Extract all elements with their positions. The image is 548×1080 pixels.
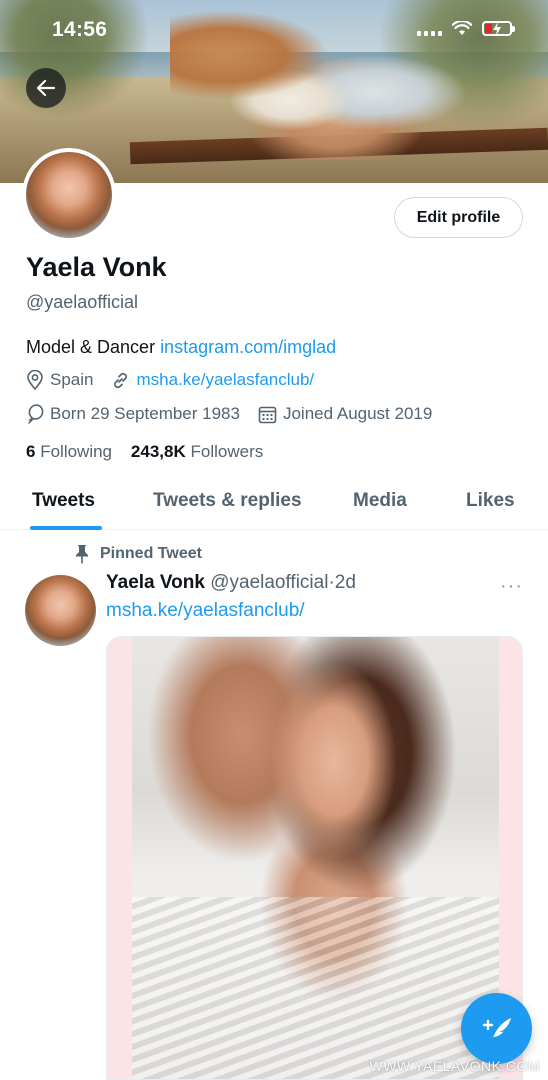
compose-tweet-icon: [482, 1017, 511, 1041]
tweet-time: 2d: [334, 572, 356, 593]
following-link[interactable]: 6 Following: [26, 442, 112, 461]
tab-tweets[interactable]: Tweets: [32, 490, 95, 512]
profile-location: Spain: [26, 370, 93, 390]
profile-meta-row-2: Born 29 September 1983 Joined August 201…: [26, 404, 450, 424]
profile-meta-row-1: Spain msha.ke/yaelasfanclub/: [26, 370, 332, 390]
battery-level: [485, 23, 492, 33]
wifi-icon: [452, 20, 472, 35]
battery-charging-icon: [482, 20, 515, 36]
pinned-label: Pinned Tweet: [100, 545, 202, 562]
birthday-text: Born 29 September 1983: [50, 404, 240, 423]
tweet-author-handle: @yaelaofficial: [210, 572, 329, 593]
following-label: Following: [40, 442, 113, 461]
link-icon: [114, 372, 128, 388]
tab-tweets-replies[interactable]: Tweets & replies: [153, 490, 302, 512]
follow-stats: 6 Following 243,8K Followers: [26, 442, 263, 462]
back-button[interactable]: [26, 68, 66, 108]
website-link[interactable]: msha.ke/yaelasfanclub/: [136, 370, 314, 390]
watermark-text: WWW.YAELAVONK.COM: [369, 1058, 540, 1074]
tab-media[interactable]: Media: [353, 490, 407, 512]
profile-birthday: Born 29 September 1983: [26, 404, 240, 424]
status-bar: 14:56: [0, 0, 548, 62]
following-count: 6: [26, 442, 36, 461]
followers-label: Followers: [190, 442, 264, 461]
arrow-left-icon: [37, 80, 55, 96]
tweet-link[interactable]: msha.ke/yaelasfanclub/: [106, 600, 305, 622]
profile-website[interactable]: msha.ke/yaelasfanclub/: [111, 370, 314, 390]
tweet-header: Yaela Vonk @yaelaofficial·2d: [106, 572, 356, 594]
tweet-author-name[interactable]: Yaela Vonk: [106, 572, 205, 593]
tweet-media[interactable]: [106, 636, 523, 1080]
profile-tabs: Tweets Tweets & replies Media Likes: [0, 478, 548, 530]
more-options-icon[interactable]: ···: [500, 575, 523, 598]
profile-bio: Model & Dancer instagram.com/imglad: [26, 337, 336, 358]
profile-joined: Joined August 2019: [258, 404, 432, 424]
status-icons: [417, 20, 515, 36]
followers-count: 243,8K: [130, 442, 186, 461]
tweet-author-avatar[interactable]: [25, 575, 96, 646]
compose-tweet-button[interactable]: [461, 993, 532, 1064]
status-time: 14:56: [52, 18, 108, 41]
followers-link[interactable]: 243,8K Followers: [131, 442, 263, 461]
calendar-icon: [258, 406, 277, 423]
profile-name: Yaela Vonk: [26, 252, 167, 282]
balloon-icon: [28, 404, 44, 424]
profile-avatar[interactable]: [22, 148, 116, 242]
bio-text: Model & Dancer: [26, 337, 161, 357]
location-text: Spain: [50, 370, 94, 389]
tab-likes[interactable]: Likes: [466, 490, 515, 512]
active-tab-indicator: [30, 526, 102, 530]
profile-handle: @yaelaofficial: [26, 292, 138, 312]
pinned-indicator: Pinned Tweet: [74, 544, 202, 564]
pin-icon: [76, 545, 88, 564]
location-pin-icon: [27, 370, 43, 390]
bio-link[interactable]: instagram.com/imglad: [160, 337, 336, 357]
tweet-photo-bedding: [132, 897, 499, 1079]
edit-profile-button[interactable]: Edit profile: [394, 197, 523, 238]
joined-text: Joined August 2019: [282, 404, 433, 423]
signal-icon: [417, 20, 442, 36]
